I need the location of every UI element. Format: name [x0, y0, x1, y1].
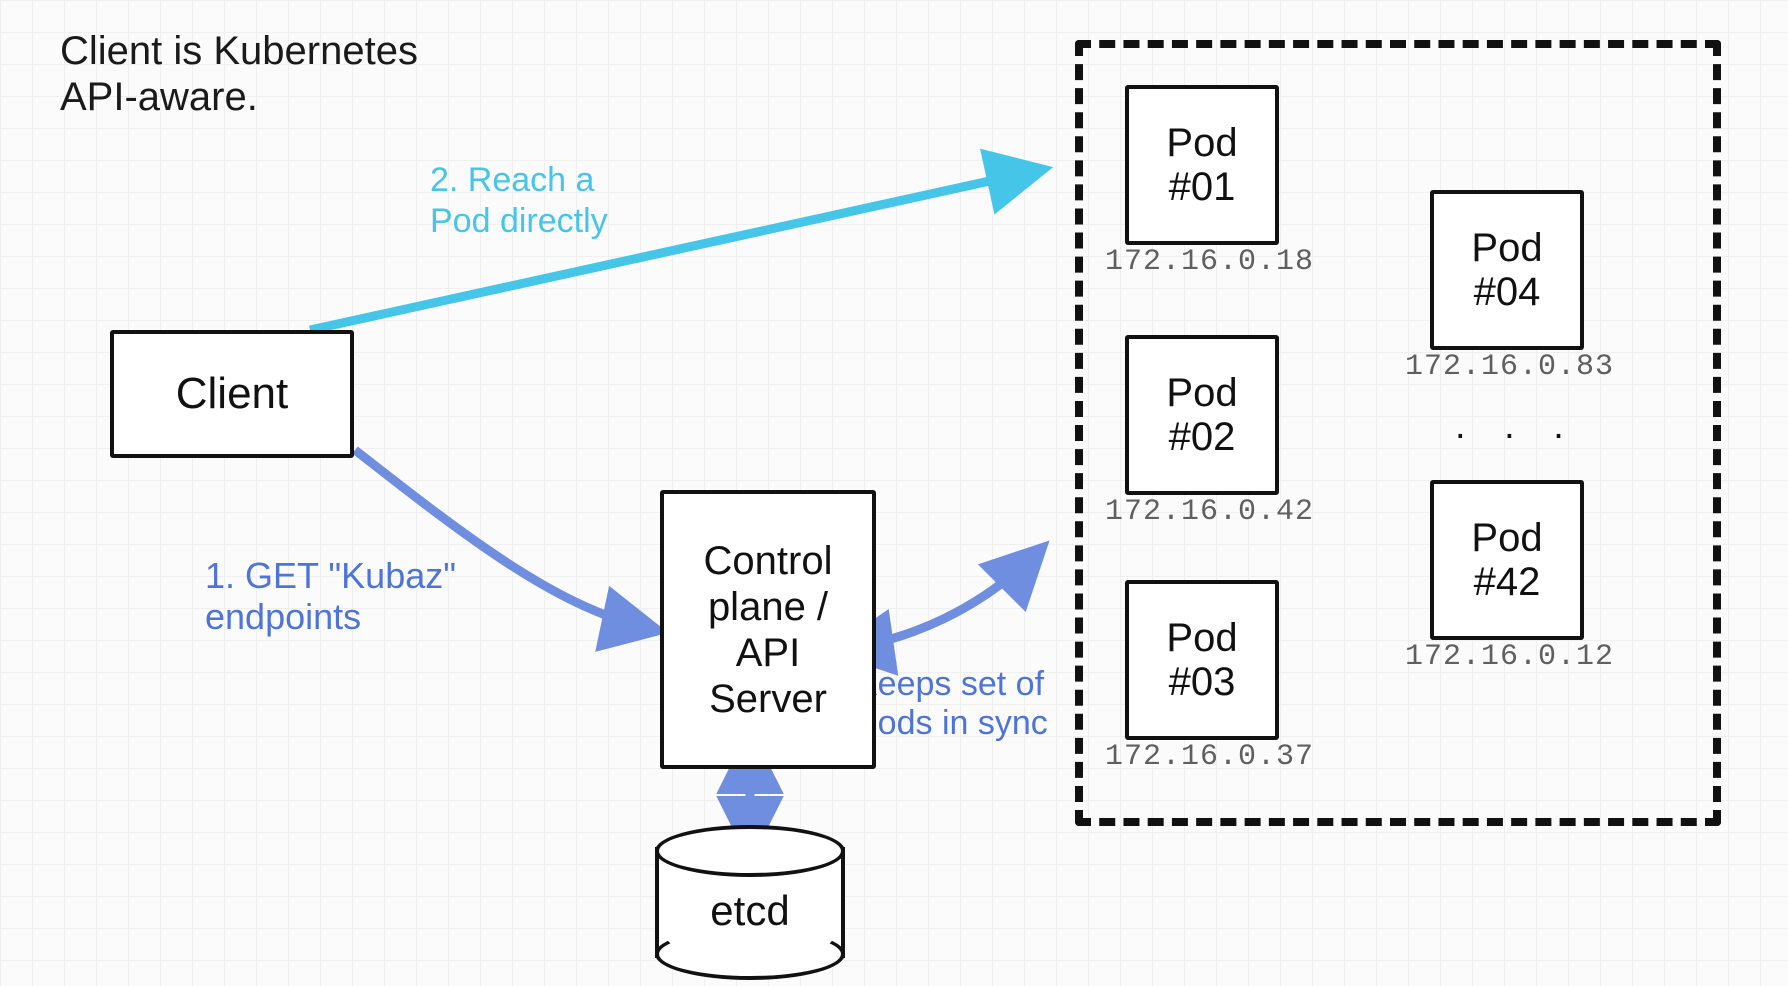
- pod-box: Pod #04: [1430, 190, 1584, 350]
- pod-label: Pod #03: [1137, 616, 1267, 704]
- etcd-cylinder: etcd: [655, 825, 845, 980]
- pod-label: Pod #01: [1137, 121, 1267, 209]
- api-server-label: Control plane / API Server: [678, 538, 858, 722]
- label-get-endpoints: 1. GET "Kubaz" endpoints: [205, 555, 456, 638]
- pod-label: Pod #04: [1442, 226, 1572, 314]
- ellipsis: . . .: [1455, 405, 1578, 448]
- client-box: Client: [110, 330, 354, 458]
- pod-ip: 172.16.0.12: [1405, 640, 1614, 674]
- pod-label: Pod #02: [1137, 371, 1267, 459]
- label-sync: Keeps set of Pods in sync: [855, 665, 1048, 743]
- client-label: Client: [176, 369, 289, 419]
- api-server-box: Control plane / API Server: [660, 490, 876, 769]
- pod-ip: 172.16.0.42: [1105, 495, 1314, 529]
- pod-ip: 172.16.0.18: [1105, 245, 1314, 279]
- heading: Client is Kubernetes API-aware.: [60, 28, 418, 120]
- pod-box: Pod #01: [1125, 85, 1279, 245]
- pod-ip: 172.16.0.37: [1105, 740, 1314, 774]
- pod-box: Pod #03: [1125, 580, 1279, 740]
- etcd-label: etcd: [655, 887, 845, 935]
- pod-box: Pod #02: [1125, 335, 1279, 495]
- pod-box: Pod #42: [1430, 480, 1584, 640]
- pod-label: Pod #42: [1442, 516, 1572, 604]
- pod-ip: 172.16.0.83: [1405, 350, 1614, 384]
- label-reach-pod: 2. Reach a Pod directly: [430, 160, 608, 242]
